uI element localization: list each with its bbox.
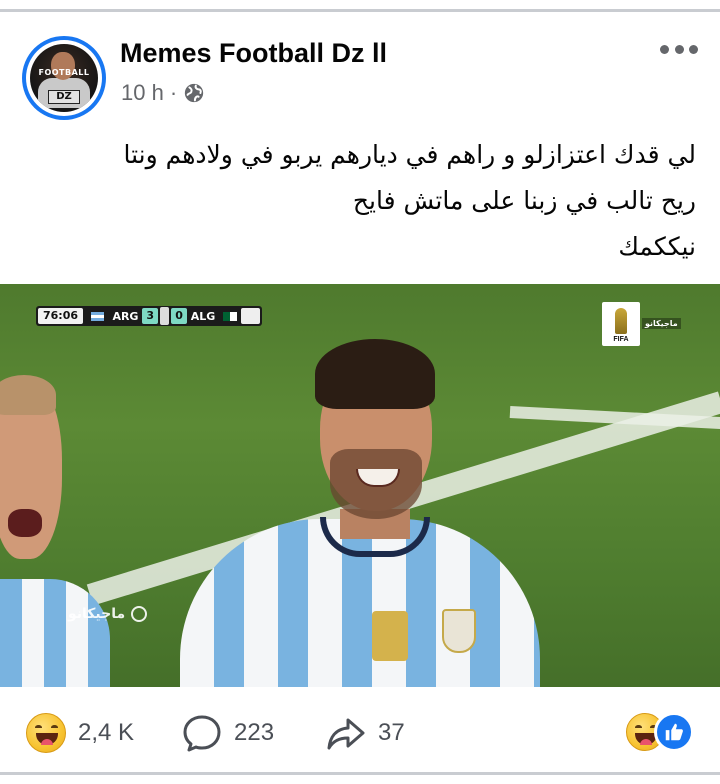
caption-line: لي قدك اعتزازلو و راهم في ديارهم يربو في… bbox=[123, 140, 696, 169]
caption-line: نيككمك bbox=[618, 232, 696, 261]
player-main bbox=[180, 339, 540, 687]
post-photo[interactable]: 76:06 ARG 3 0 ALG FIFA ماجيكانو ماجيكانو bbox=[0, 284, 720, 687]
reaction-count: 2,4 K bbox=[78, 719, 135, 746]
avatar-image: FOOTBALL DZ bbox=[30, 44, 98, 112]
post-caption: لي قدك اعتزازلو و راهم في ديارهم يربو في… bbox=[30, 132, 696, 270]
reaction-icons[interactable] bbox=[626, 712, 696, 754]
player-main-hair bbox=[315, 339, 435, 409]
away-score: 0 bbox=[171, 308, 187, 324]
champion-badge-icon bbox=[372, 611, 408, 661]
reaction-summary[interactable]: 2,4 K bbox=[26, 708, 134, 758]
globe-icon[interactable] bbox=[183, 82, 205, 104]
broadcaster-tag: ماجيكانو bbox=[642, 318, 681, 329]
player-left-hair bbox=[0, 375, 56, 415]
player-left-shirt bbox=[0, 579, 110, 687]
watermark-text: ماجيكانو bbox=[68, 606, 126, 622]
scoreboard-end bbox=[240, 308, 260, 324]
watermark-logo-icon bbox=[131, 606, 148, 622]
watermark: ماجيكانو bbox=[68, 606, 148, 622]
afa-crest-icon bbox=[442, 609, 476, 653]
algeria-flag-icon bbox=[223, 311, 237, 321]
argentina-flag-icon bbox=[91, 311, 105, 321]
share-count: 37 bbox=[378, 719, 405, 746]
meta-separator: · bbox=[169, 80, 178, 105]
home-score: 3 bbox=[142, 308, 158, 324]
more-dot bbox=[689, 44, 698, 54]
post-time[interactable]: 10 h bbox=[121, 80, 164, 106]
post-stats-bar: 2,4 K 223 37 bbox=[0, 708, 720, 758]
trophy-icon bbox=[615, 308, 627, 334]
thumbs-up-icon bbox=[665, 723, 683, 741]
score-divider bbox=[159, 307, 170, 325]
caption-line: ريح تالب في زبنا على ماتش فايح bbox=[352, 186, 696, 215]
top-divider bbox=[0, 0, 720, 12]
scoreboard: 76:06 ARG 3 0 ALG bbox=[36, 306, 262, 326]
world-cup-logo: FIFA bbox=[602, 302, 640, 346]
comment-button[interactable]: 223 bbox=[182, 708, 274, 758]
match-clock: 76:06 bbox=[38, 308, 84, 324]
page-avatar[interactable]: FOOTBALL DZ bbox=[22, 36, 106, 120]
share-icon bbox=[327, 718, 365, 750]
laughing-emoji-icon bbox=[26, 713, 66, 753]
fifa-label: FIFA bbox=[613, 336, 629, 343]
home-team: ARG bbox=[112, 309, 139, 323]
player-left bbox=[0, 375, 110, 687]
player-left-mouth bbox=[8, 509, 42, 537]
avatar-logo-sub: DZ bbox=[48, 90, 80, 104]
more-horizontal-icon bbox=[660, 44, 669, 54]
like-icon bbox=[654, 712, 694, 752]
comment-icon bbox=[183, 715, 221, 752]
avatar-logo-text: FOOTBALL bbox=[38, 68, 90, 77]
more-dot bbox=[674, 44, 684, 54]
away-team: ALG bbox=[190, 309, 216, 323]
comment-count: 223 bbox=[234, 719, 275, 746]
more-options-button[interactable] bbox=[656, 34, 702, 64]
avatar-ring: FOOTBALL DZ bbox=[26, 40, 102, 116]
bottom-divider bbox=[0, 772, 720, 784]
page-name[interactable]: Memes Football Dz ll bbox=[120, 38, 387, 69]
share-button[interactable]: 37 bbox=[326, 708, 405, 758]
post-meta: 10 h · bbox=[121, 80, 205, 106]
